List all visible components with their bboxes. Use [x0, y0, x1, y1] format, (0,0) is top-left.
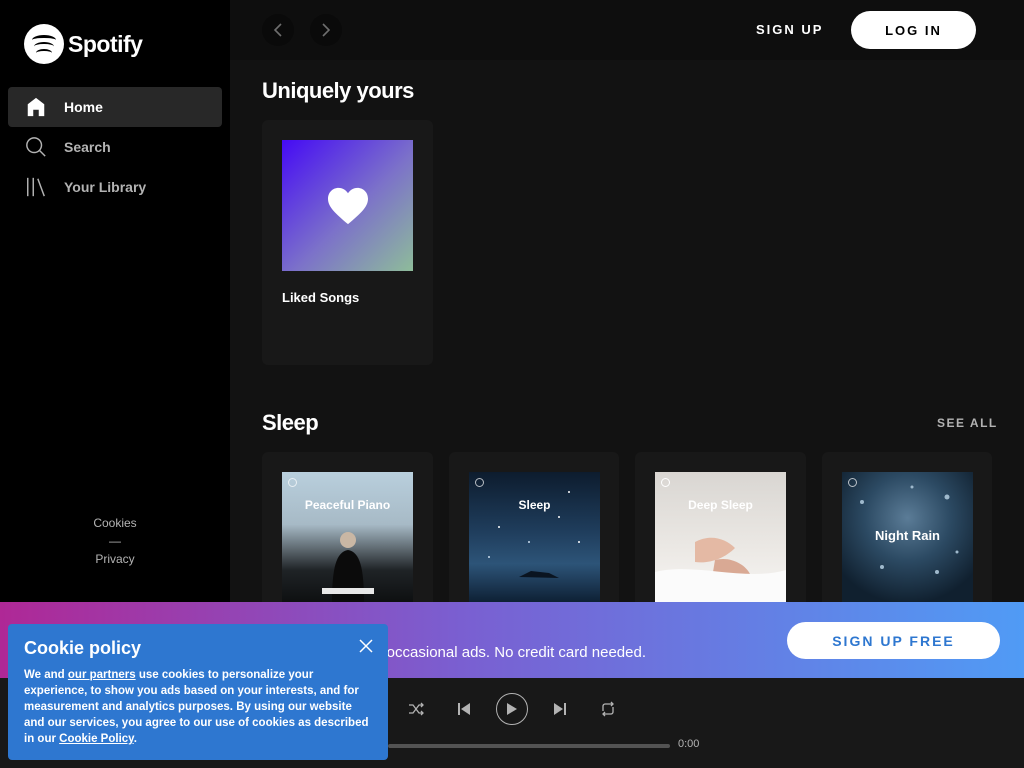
search-icon: [24, 135, 48, 159]
duration-time: 0:00: [678, 738, 700, 750]
cookie-policy-link[interactable]: Cookie Policy: [59, 733, 134, 745]
liked-songs-art: [282, 140, 413, 271]
signup-free-button[interactable]: SIGN UP FREE: [787, 622, 1000, 659]
shuffle-icon: [409, 702, 424, 716]
starry-sky-graphic: [488, 491, 580, 578]
repeat-button[interactable]: [596, 698, 620, 720]
peaceful-piano-art: Peaceful Piano: [282, 472, 413, 603]
home-icon: [24, 95, 48, 119]
sidebar-item-label: Home: [64, 99, 103, 115]
cookie-text-part: We and: [24, 669, 68, 681]
section-title-uniquely-yours: Uniquely yours: [262, 78, 414, 103]
previous-button[interactable]: [452, 698, 476, 720]
sidebar-footer: Cookies — Privacy: [0, 514, 230, 568]
privacy-link[interactable]: Privacy: [0, 550, 230, 568]
close-button[interactable]: [358, 638, 374, 654]
chevron-left-icon: [273, 23, 282, 37]
progress-bar[interactable]: [388, 744, 670, 748]
signup-button[interactable]: SIGN UP: [756, 22, 823, 37]
card-night-rain[interactable]: Night Rain: [822, 452, 992, 612]
back-button[interactable]: [262, 14, 294, 46]
sidebar-nav: Home Search Your Library: [8, 87, 222, 207]
top-bar: SIGN UP LOG IN: [230, 0, 1024, 60]
section-title-sleep: Sleep: [262, 410, 319, 435]
sidebar-item-label: Your Library: [64, 179, 147, 195]
see-all-link[interactable]: SEE ALL: [937, 416, 998, 430]
card-sleep[interactable]: Sleep: [449, 452, 619, 612]
sidebar-item-search[interactable]: Search: [8, 127, 222, 167]
sidebar-item-home[interactable]: Home: [8, 87, 222, 127]
spotify-badge-icon: [288, 478, 297, 487]
cookie-title: Cookie policy: [24, 638, 142, 658]
chevron-right-icon: [322, 23, 331, 37]
library-icon: [24, 175, 48, 199]
sidebar-item-library[interactable]: Your Library: [8, 167, 222, 207]
play-button[interactable]: [496, 693, 528, 725]
card-liked-songs[interactable]: Liked Songs: [262, 120, 433, 365]
spotify-logo-text: Spotify: [68, 30, 143, 57]
skip-forward-icon: [554, 703, 566, 715]
card-art-title: Peaceful Piano: [304, 498, 391, 512]
pianist-figure: [322, 532, 374, 603]
cookie-policy-dialog: Cookie policy We and our partners use co…: [8, 624, 388, 760]
login-button[interactable]: LOG IN: [851, 11, 976, 49]
sleeping-hands-graphic: [655, 537, 786, 603]
skip-back-icon: [458, 703, 470, 715]
spotify-logo[interactable]: Spotify: [24, 24, 143, 64]
footer-divider: —: [109, 534, 121, 548]
card-deep-sleep[interactable]: Deep Sleep: [635, 452, 806, 612]
deep-sleep-art: Deep Sleep: [655, 472, 786, 603]
sleep-art: Sleep: [469, 472, 600, 603]
next-button[interactable]: [548, 698, 572, 720]
cookie-text: We and our partners use cookies to perso…: [24, 667, 372, 747]
rain-drops-graphic: [860, 485, 959, 574]
cookie-text-part: .: [133, 733, 137, 745]
sidebar-item-label: Search: [64, 139, 111, 155]
cookies-link[interactable]: Cookies: [0, 514, 230, 532]
repeat-icon: [602, 701, 614, 717]
card-peaceful-piano[interactable]: Peaceful Piano: [262, 452, 433, 612]
card-title: Liked Songs: [282, 290, 360, 305]
heart-icon: [327, 187, 368, 224]
spotify-logo-icon: [24, 24, 64, 64]
night-rain-art: Night Rain: [842, 472, 973, 603]
play-icon: [507, 703, 517, 715]
close-icon: [359, 639, 373, 653]
shuffle-button[interactable]: [404, 698, 428, 720]
forward-button[interactable]: [310, 14, 342, 46]
partners-link[interactable]: our partners: [68, 669, 136, 681]
banner-text: th occasional ads. No credit card needed…: [370, 644, 646, 661]
